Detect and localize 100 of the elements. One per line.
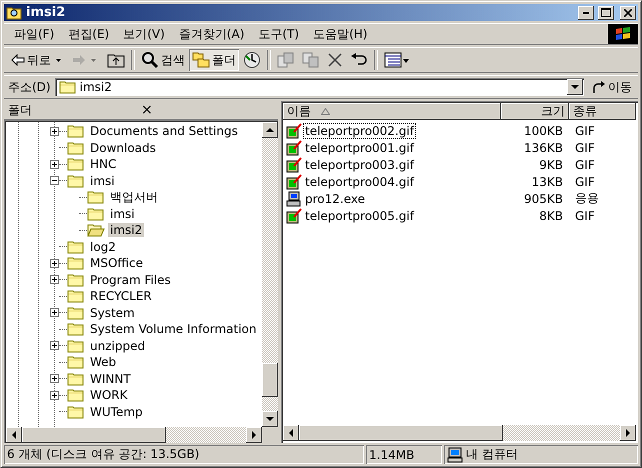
menu-item[interactable]: 편집(E) [62, 24, 116, 44]
menu-item[interactable]: 도움말(H) [307, 24, 374, 44]
back-arrow-icon [11, 54, 25, 66]
expand-box[interactable] [50, 275, 59, 284]
column-header[interactable]: 이름 [283, 103, 501, 120]
address-field[interactable]: imsi2 [54, 78, 584, 96]
folders-icon [192, 52, 210, 68]
arrow-right-icon [624, 429, 632, 437]
tree-item[interactable]: WINNT [88, 372, 133, 386]
back-button[interactable]: 뒤로 [8, 49, 68, 71]
tree-item[interactable]: System Volume Information [88, 322, 258, 336]
folders-button[interactable]: 폴더 [189, 49, 239, 71]
search-button[interactable]: 검색 [138, 49, 188, 71]
folder-icon [67, 289, 85, 304]
forward-arrow-icon [72, 54, 86, 66]
horizontal-scrollbar[interactable] [6, 427, 278, 443]
close-icon [624, 8, 632, 16]
folder-icon [67, 157, 85, 172]
scrollbar-corner [262, 427, 278, 443]
up-folder-icon [107, 52, 125, 68]
clock-icon [243, 51, 261, 69]
minimize-button[interactable] [578, 6, 594, 20]
status-size: 1.14MB [366, 445, 442, 464]
copy-to-icon [302, 51, 320, 69]
tree-item[interactable]: imsi [88, 174, 117, 188]
menu-item[interactable]: 보기(V) [117, 24, 171, 44]
arrow-left-icon [287, 429, 295, 437]
folder-icon [67, 272, 85, 287]
folder-icon [67, 322, 85, 336]
menu-item[interactable]: 파일(F) [8, 24, 60, 44]
maximize-button[interactable] [598, 6, 614, 20]
menu-item[interactable]: 즐겨찾기(A) [172, 24, 250, 44]
tree-item[interactable]: WORK [88, 388, 130, 402]
status-text: 6 개체 (디스크 여유 공간: 13.5GB) [4, 445, 364, 464]
pane-title: 폴더 [8, 102, 33, 118]
folder-icon [67, 338, 85, 353]
file-type: GIF [574, 124, 596, 138]
file-name[interactable]: pro12.exe [303, 190, 367, 206]
arrow-down-icon [266, 415, 274, 423]
image-file-icon [286, 174, 302, 190]
tree-item[interactable]: imsi2 [108, 223, 144, 238]
undo-icon [350, 53, 368, 67]
tree-item[interactable]: unzipped [88, 338, 148, 353]
folder-icon [67, 372, 85, 386]
status-zone: 내 컴퓨터 [444, 445, 638, 464]
vertical-scrollbar[interactable] [262, 122, 278, 427]
file-name[interactable]: teleportpro003.gif [303, 156, 416, 172]
tree-item[interactable]: HNC [88, 157, 118, 172]
folder-icon [67, 388, 85, 402]
tree-item[interactable]: Downloads [88, 140, 158, 155]
column-header[interactable]: 크기 [501, 103, 569, 120]
tree-item[interactable]: imsi [108, 206, 137, 221]
file-name[interactable]: teleportpro005.gif [303, 208, 416, 224]
tree-item[interactable]: RECYCLER [88, 289, 154, 304]
tree-item[interactable]: Program Files [88, 272, 173, 287]
image-file-icon [286, 156, 302, 172]
expand-box[interactable] [50, 258, 59, 268]
tree-item[interactable]: Web [88, 355, 118, 370]
folder-icon [87, 206, 105, 221]
column-header[interactable]: 종류 [569, 103, 636, 120]
tree-item[interactable]: MSOffice [88, 256, 145, 270]
image-file-icon [286, 208, 302, 224]
scroll-thumb[interactable] [262, 363, 278, 397]
dropdown-button[interactable] [567, 79, 583, 95]
horizontal-scrollbar[interactable] [283, 425, 636, 441]
views-icon [384, 52, 410, 68]
folder-icon [67, 240, 85, 254]
expand-box[interactable] [50, 308, 59, 318]
file-name[interactable]: teleportpro001.gif [303, 140, 416, 156]
file-name[interactable]: teleportpro002.gif [303, 122, 416, 138]
expand-box[interactable] [50, 374, 59, 384]
close-pane-button[interactable]: × [141, 102, 274, 118]
image-file-icon [286, 122, 302, 138]
explorer-icon [6, 4, 22, 20]
close-button[interactable] [620, 6, 636, 20]
tree-item[interactable]: 백업서버 [108, 188, 160, 206]
file-size: 136KB [522, 140, 564, 154]
folder-icon [67, 355, 85, 370]
file-size: 905KB [522, 192, 564, 206]
minimize-icon [583, 12, 589, 14]
file-name[interactable]: teleportpro004.gif [303, 174, 416, 190]
menu-item[interactable]: 도구(T) [252, 24, 306, 44]
file-size: 13KB [530, 174, 564, 188]
tree-item[interactable]: WUTemp [88, 404, 145, 419]
expand-box[interactable] [50, 160, 59, 169]
tree-item[interactable]: System [88, 306, 137, 320]
expand-box[interactable] [50, 126, 59, 136]
folder-icon [67, 256, 85, 270]
maximize-icon [601, 8, 611, 17]
go-button[interactable]: 이동 [588, 78, 636, 96]
expand-box[interactable] [50, 341, 59, 350]
tree-item[interactable]: Documents and Settings [88, 124, 240, 138]
folder-icon [58, 80, 77, 94]
address-label: 주소(D) [8, 78, 51, 96]
expand-box[interactable] [50, 390, 59, 400]
collapse-box[interactable] [50, 176, 59, 186]
arrow-right-icon [250, 431, 258, 439]
tree-item[interactable]: log2 [88, 240, 118, 254]
arrow-up-icon [266, 126, 274, 134]
arrow-down-icon [571, 83, 579, 91]
